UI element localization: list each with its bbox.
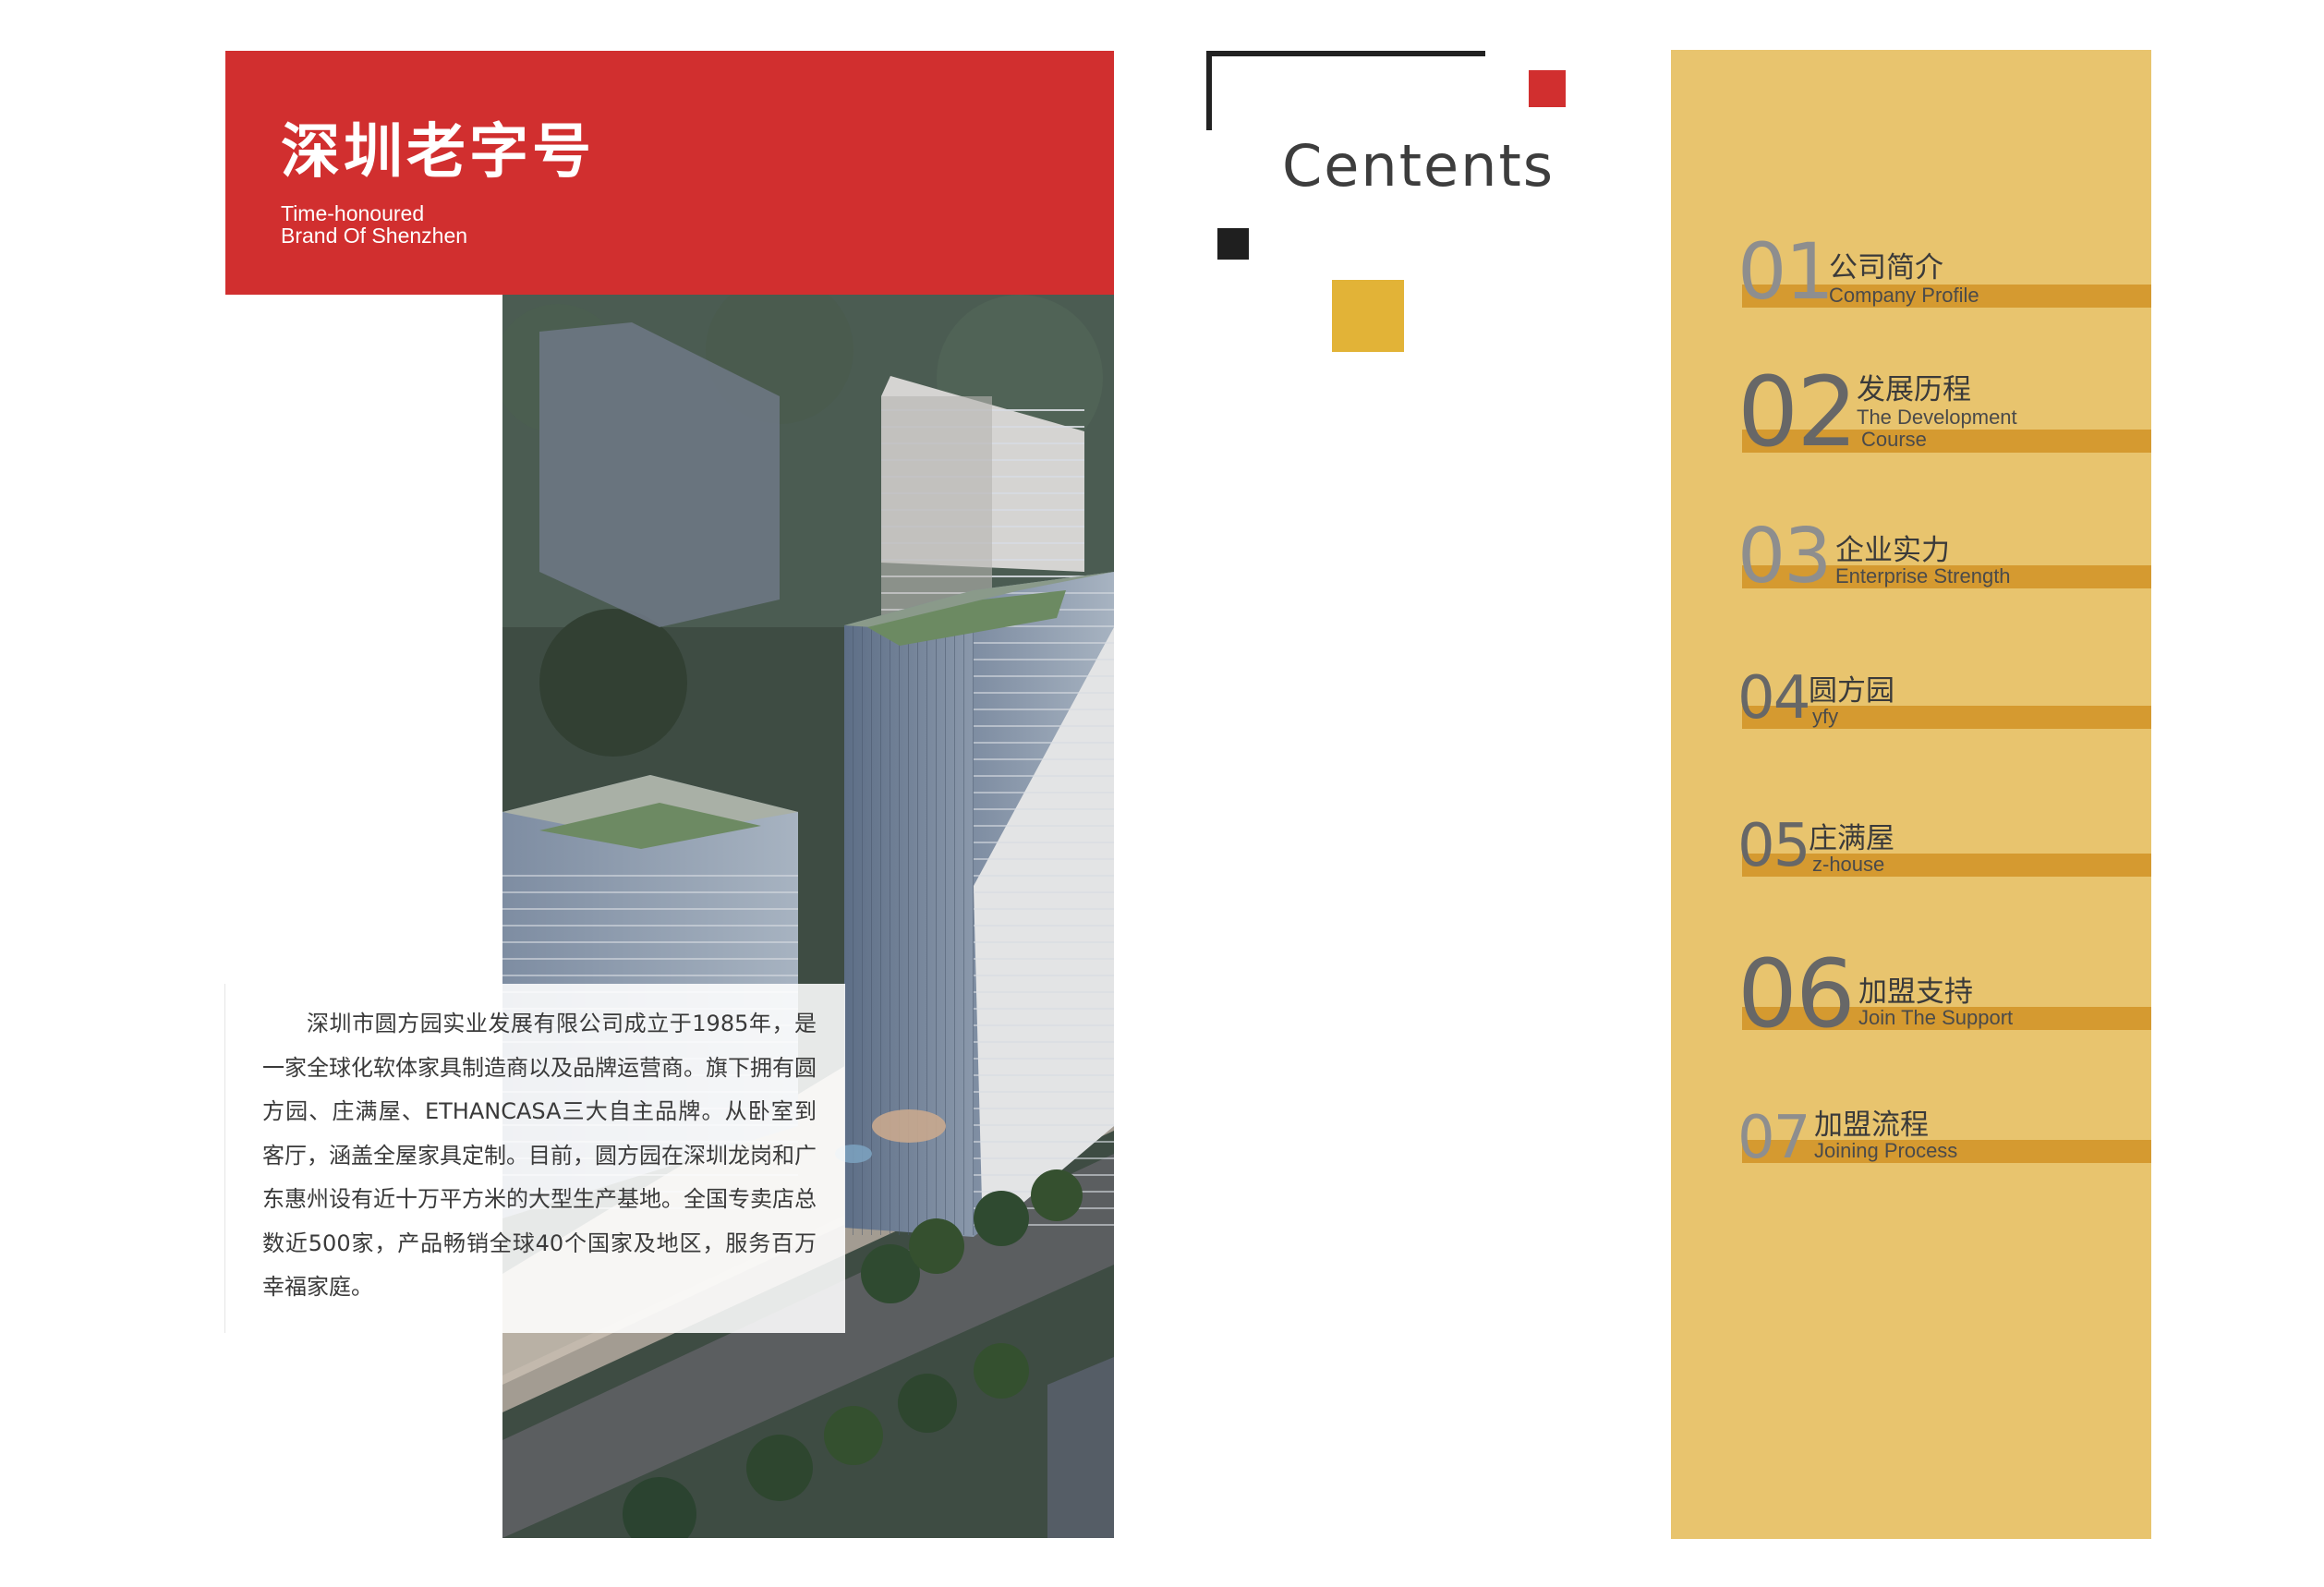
toc-title-en: The Development: [1857, 406, 2017, 429]
toc-title-cn: 公司简介: [1829, 251, 1943, 285]
black-square-decoration: [1217, 228, 1249, 260]
toc-title-cn: 发展历程: [1857, 373, 1971, 406]
toc-number: 03: [1737, 513, 1832, 600]
toc-title-en: yfy: [1812, 705, 1839, 728]
toc-title-en: Company Profile: [1829, 284, 1979, 307]
toc-number: 01: [1737, 226, 1834, 317]
contents-title: Centents: [1282, 132, 1555, 200]
toc-title-cn: 企业实力: [1835, 534, 1950, 567]
toc-panel: 01 公司简介 Company Profile 02 发展历程 The Deve…: [1671, 50, 2151, 1539]
red-square-decoration: [1529, 70, 1566, 107]
toc-number: 06: [1737, 939, 1856, 1049]
toc-number: 05: [1737, 812, 1810, 880]
toc-title-en: z-house: [1812, 853, 1885, 876]
toc-title-cn: 加盟支持: [1858, 975, 1973, 1009]
toc-number: 02: [1737, 356, 1858, 468]
building-illustration: [502, 295, 1114, 1538]
corner-bracket-horizontal: [1206, 51, 1485, 56]
title-banner: 深圳老字号 Time-honoured Brand Of Shenzhen: [225, 51, 1114, 295]
toc-title-cn: 庄满屋: [1809, 822, 1894, 855]
toc-title-en: Enterprise Strength: [1835, 564, 2011, 588]
corner-bracket-vertical: [1206, 51, 1212, 130]
intro-paragraph: 深圳市圆方园实业发展有限公司成立于1985年，是一家全球化软体家具制造商以及品牌…: [262, 1011, 817, 1300]
toc-title-en: Joining Process: [1814, 1139, 1958, 1162]
toc-title-en: Join The Support: [1858, 1006, 2014, 1029]
banner-title: 深圳老字号: [281, 118, 595, 187]
toc-title-cn: 加盟流程: [1814, 1108, 1929, 1142]
banner-subtitle-line2: Brand Of Shenzhen: [281, 224, 468, 248]
yellow-square-decoration: [1332, 280, 1404, 352]
intro-panel: 深圳市圆方园实业发展有限公司成立于1985年，是一家全球化软体家具制造商以及品牌…: [225, 984, 845, 1333]
toc-title-en-line2: Course: [1861, 428, 1927, 451]
toc-number: 04: [1737, 664, 1810, 733]
toc-title-cn: 圆方园: [1809, 674, 1894, 708]
banner-subtitle-line1: Time-honoured: [281, 201, 425, 225]
toc-number: 07: [1737, 1104, 1810, 1172]
